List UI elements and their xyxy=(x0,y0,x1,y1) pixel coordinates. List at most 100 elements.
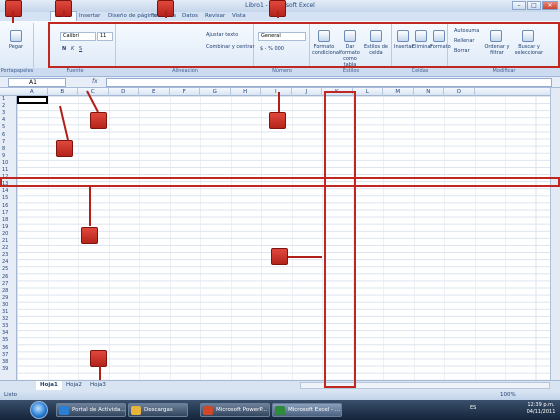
row-header[interactable]: 28 xyxy=(0,288,17,295)
ie-icon xyxy=(59,406,69,415)
status-bar xyxy=(0,391,560,400)
row-header[interactable]: 18 xyxy=(0,217,17,224)
row-header[interactable]: 6 xyxy=(0,132,17,139)
row-header[interactable]: 26 xyxy=(0,274,17,281)
row-header[interactable]: 16 xyxy=(0,203,17,210)
row-header[interactable]: 9 xyxy=(0,153,17,160)
row-header[interactable]: 19 xyxy=(0,224,17,231)
row-header[interactable]: 30 xyxy=(0,302,17,309)
row-header[interactable]: 8 xyxy=(0,146,17,153)
annotation-arrow xyxy=(63,11,65,17)
row-header[interactable]: 7 xyxy=(0,139,17,146)
folder-icon xyxy=(131,406,141,415)
clock-date: 04/11/2011 xyxy=(526,409,556,415)
annotation-arrow xyxy=(59,105,69,141)
task-powerpoint[interactable]: Microsoft PowerP... xyxy=(200,403,270,417)
zoom-level[interactable]: 100% xyxy=(500,392,516,398)
tab-insertar[interactable]: Insertar xyxy=(75,12,104,21)
row-header[interactable]: 33 xyxy=(0,323,17,330)
clock: 12:39 p.m. 04/11/2011 xyxy=(524,402,558,416)
row-header[interactable]: 14 xyxy=(0,188,17,195)
row-header[interactable]: 1 xyxy=(0,96,17,103)
annotation-marker xyxy=(269,112,286,129)
column-header[interactable]: H xyxy=(231,88,261,96)
column-header[interactable]: F xyxy=(170,88,200,96)
language-indicator[interactable]: ES xyxy=(470,405,476,411)
column-header[interactable]: B xyxy=(48,88,78,96)
row-header[interactable]: 2 xyxy=(0,103,17,110)
clock-time: 12:39 p.m. xyxy=(527,402,555,408)
row-header[interactable]: 39 xyxy=(0,366,17,373)
minimize-button[interactable]: – xyxy=(512,1,526,10)
vertical-scrollbar[interactable] xyxy=(550,88,560,380)
row-header[interactable]: 20 xyxy=(0,231,17,238)
task-excel[interactable]: Microsoft Excel - ... xyxy=(272,403,342,417)
column-header[interactable]: E xyxy=(139,88,170,96)
quick-access-toolbar[interactable] xyxy=(24,2,54,10)
tab-datos[interactable]: Datos xyxy=(178,12,202,21)
column-header[interactable]: M xyxy=(383,88,414,96)
row-header[interactable]: 17 xyxy=(0,210,17,217)
column-header[interactable]: O xyxy=(444,88,475,96)
annotation-arrow xyxy=(89,186,91,226)
row-header[interactable]: 34 xyxy=(0,330,17,337)
row-header[interactable]: 36 xyxy=(0,345,17,352)
column-header[interactable]: J xyxy=(292,88,322,96)
column-header[interactable]: D xyxy=(109,88,139,96)
fx-icon[interactable]: fx xyxy=(92,78,104,87)
annotation-arrow xyxy=(99,366,101,380)
group-label: Número xyxy=(254,68,310,76)
row-header[interactable]: 5 xyxy=(0,124,17,131)
row-header[interactable]: 15 xyxy=(0,195,17,202)
annotation-marker xyxy=(271,248,288,265)
row-header[interactable]: 38 xyxy=(0,359,17,366)
close-button[interactable]: ✕ xyxy=(542,1,558,10)
tab-vista[interactable]: Vista xyxy=(228,12,250,21)
sheet-tab-hoja3[interactable]: Hoja3 xyxy=(86,381,110,390)
row-header[interactable]: 10 xyxy=(0,160,17,167)
formula-input[interactable] xyxy=(106,78,552,87)
column-header[interactable]: I xyxy=(261,88,292,96)
group-label: Fuente xyxy=(34,68,116,76)
start-button[interactable] xyxy=(30,401,48,419)
row-header[interactable]: 32 xyxy=(0,316,17,323)
sheet-tab-hoja2[interactable]: Hoja2 xyxy=(62,381,86,390)
row-header[interactable]: 23 xyxy=(0,252,17,259)
maximize-button[interactable]: □ xyxy=(527,1,541,10)
clipboard-icon xyxy=(10,30,22,42)
column-header[interactable]: A xyxy=(17,88,48,96)
paste-button[interactable]: Pegar xyxy=(4,26,28,56)
row-header[interactable]: 31 xyxy=(0,309,17,316)
row-header[interactable]: 21 xyxy=(0,238,17,245)
row-header[interactable]: 25 xyxy=(0,266,17,273)
row-header[interactable]: 11 xyxy=(0,167,17,174)
row-header[interactable]: 27 xyxy=(0,281,17,288)
active-cell[interactable] xyxy=(17,96,48,104)
annotation-marker xyxy=(90,350,107,367)
row-header[interactable]: 22 xyxy=(0,245,17,252)
annotation-arrow xyxy=(165,11,167,18)
task-descargas[interactable]: Descargas xyxy=(128,403,188,417)
column-header[interactable]: N xyxy=(414,88,444,96)
row-header[interactable]: 37 xyxy=(0,352,17,359)
tab-revisar[interactable]: Revisar xyxy=(201,12,229,21)
annotation-arrow xyxy=(278,92,280,112)
row-highlight-box xyxy=(0,177,560,187)
annotation-marker xyxy=(81,227,98,244)
ribbon-highlight-box xyxy=(48,22,560,68)
sheet-tab-hoja1[interactable]: Hoja1 xyxy=(36,381,62,390)
row-header[interactable]: 29 xyxy=(0,295,17,302)
task-portal[interactable]: Portal de Activida... xyxy=(56,403,126,417)
column-header[interactable]: L xyxy=(353,88,383,96)
status-text: Listo xyxy=(4,392,17,398)
excel-icon xyxy=(275,406,285,415)
name-box[interactable]: A1 xyxy=(8,78,66,87)
row-header[interactable]: 3 xyxy=(0,110,17,117)
row-header[interactable]: 4 xyxy=(0,117,17,124)
row-header[interactable]: 24 xyxy=(0,259,17,266)
column-header[interactable]: G xyxy=(200,88,231,96)
group-label: Celdas xyxy=(392,68,448,76)
annotation-arrow xyxy=(277,11,279,18)
column-highlight-box xyxy=(324,91,356,388)
row-header[interactable]: 35 xyxy=(0,337,17,344)
